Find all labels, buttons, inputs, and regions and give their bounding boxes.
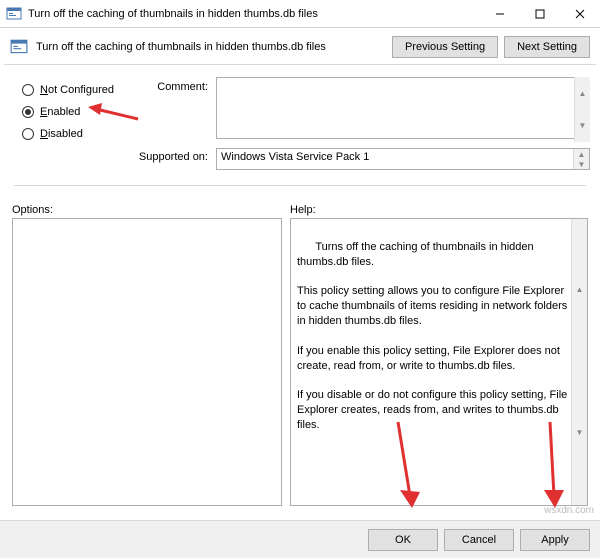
comment-field[interactable] [216, 77, 590, 139]
radio-icon [22, 84, 34, 96]
radio-label: Disabled [40, 128, 83, 140]
divider [14, 185, 586, 186]
previous-setting-button[interactable]: Previous Setting [392, 36, 498, 58]
supported-value: Windows Vista Service Pack 1 [221, 151, 369, 163]
options-panel [12, 218, 282, 506]
scrollbar[interactable]: ▲▼ [571, 219, 587, 505]
help-label: Help: [290, 204, 588, 216]
supported-label: Supported on: [136, 151, 208, 175]
minimize-button[interactable] [480, 0, 520, 27]
apply-button[interactable]: Apply [520, 529, 590, 551]
radio-disabled[interactable]: Disabled [10, 123, 136, 145]
radio-icon [22, 106, 34, 118]
policy-icon [10, 38, 28, 56]
comment-label: Comment: [136, 81, 208, 151]
window-title: Turn off the caching of thumbnails in hi… [28, 8, 480, 20]
supported-field: Windows Vista Service Pack 1 ▲▼ [216, 148, 590, 170]
maximize-button[interactable] [520, 0, 560, 27]
titlebar: Turn off the caching of thumbnails in hi… [0, 0, 600, 28]
policy-title: Turn off the caching of thumbnails in hi… [36, 41, 386, 53]
policy-icon [6, 6, 22, 22]
ok-button[interactable]: OK [368, 529, 438, 551]
watermark: wsxdn.com [544, 505, 594, 516]
scrollbar[interactable]: ▲▼ [573, 149, 589, 169]
radio-label: Enabled [40, 106, 80, 118]
cancel-button[interactable]: Cancel [444, 529, 514, 551]
options-label: Options: [12, 204, 290, 216]
button-bar: OK Cancel Apply [0, 520, 600, 558]
close-button[interactable] [560, 0, 600, 27]
help-panel: Turns off the caching of thumbnails in h… [290, 218, 588, 506]
radio-not-configured[interactable]: Not Configured [10, 79, 136, 101]
state-radiogroup: Not Configured Enabled Disabled [10, 75, 136, 175]
scrollbar[interactable]: ▲▼ [574, 77, 590, 142]
radio-label: Not Configured [40, 84, 114, 96]
radio-enabled[interactable]: Enabled [10, 101, 136, 123]
next-setting-button[interactable]: Next Setting [504, 36, 590, 58]
help-text: Turns off the caching of thumbnails in h… [297, 241, 570, 431]
radio-icon [22, 128, 34, 140]
header-row: Turn off the caching of thumbnails in hi… [0, 28, 600, 64]
